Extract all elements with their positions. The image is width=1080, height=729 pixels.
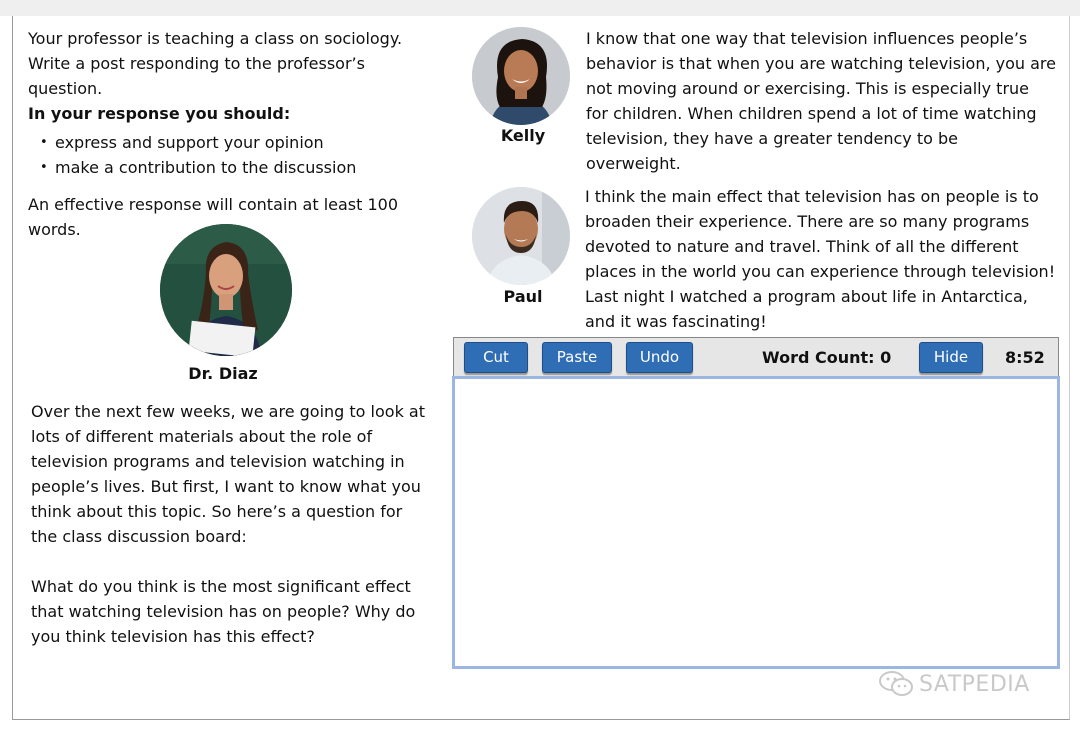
task-prompt: Your professor is teaching a class on so… [28,26,443,242]
countdown-timer: 8:52 [1005,348,1045,367]
watermark: SATPEDIA [877,669,1030,699]
kelly-portrait-icon [472,27,570,125]
student-avatar-kelly [472,27,570,125]
top-bar [0,0,1080,16]
professor-avatar [160,224,292,356]
instructions-list: express and support your opinion make a … [28,130,443,180]
student-name-paul: Paul [503,287,543,306]
hide-button[interactable]: Hide [919,342,983,373]
instructions-heading: In your response you should: [28,104,291,123]
word-count: Word Count: 0 [762,348,891,367]
student-name-kelly: Kelly [500,126,546,145]
professor-question: Over the next few weeks, we are going to… [31,399,426,649]
professor-paragraph: Over the next few weeks, we are going to… [31,402,425,546]
paul-portrait-icon [472,187,570,285]
wechat-icon [879,671,913,696]
professor-question-paragraph: What do you think is the most significan… [31,577,416,646]
professor-name: Dr. Diaz [188,364,258,383]
prompt-intro: Your professor is teaching a class on so… [28,29,403,98]
student-post-paul: I think the main effect that television … [585,187,1056,331]
professor-portrait-icon [160,224,292,356]
word-count-label: Word Count: [762,348,875,367]
student-post-kelly: I know that one way that television infl… [586,29,1056,173]
student-avatar-paul [472,187,570,285]
instruction-item: make a contribution to the discussion [28,155,443,180]
undo-button[interactable]: Undo [626,342,693,373]
word-count-value: 0 [880,348,892,367]
watermark-text: SATPEDIA [919,671,1030,697]
instruction-item: express and support your opinion [28,130,443,155]
editor-toolbar: Cut Paste Undo Word Count: 0 Hide 8:52 [453,337,1059,377]
cut-button[interactable]: Cut [464,342,528,373]
paste-button[interactable]: Paste [542,342,612,373]
response-textarea[interactable] [452,376,1060,669]
